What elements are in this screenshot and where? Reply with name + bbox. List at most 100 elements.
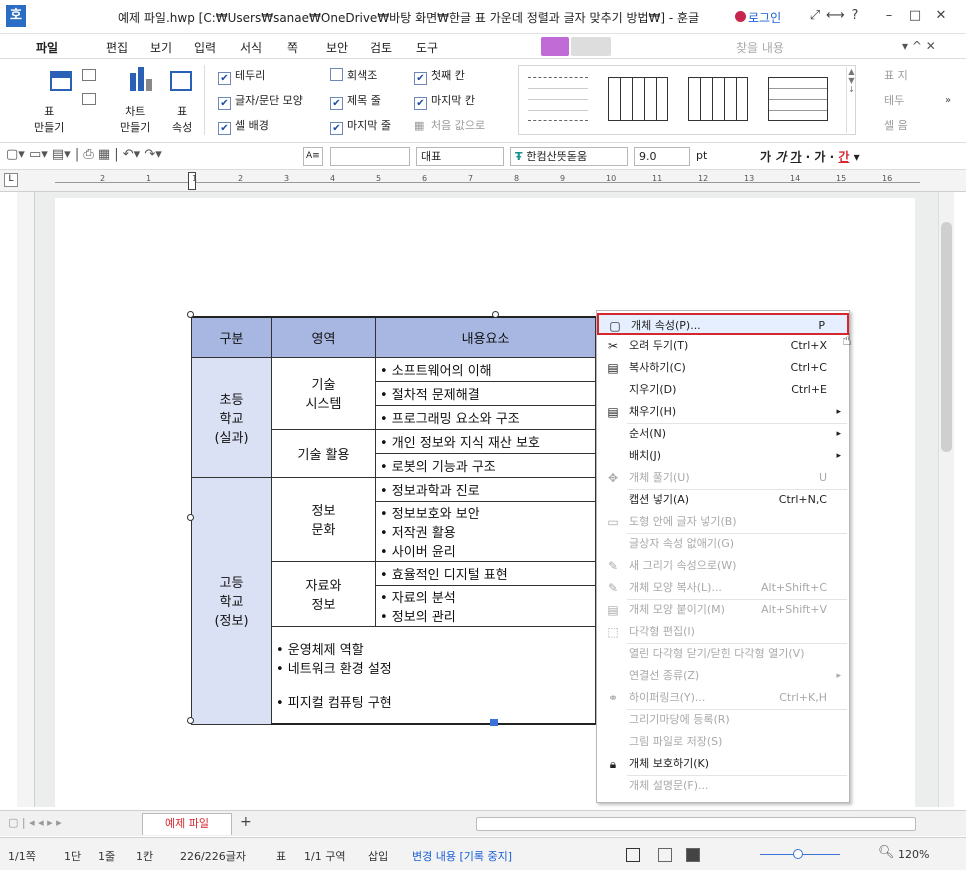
context-menu-item[interactable]: ✂ 오려 두기(T) Ctrl+X — [597, 335, 849, 357]
tab-nav-icons[interactable]: ▢ | ◂ ◂ ▸ ▸ — [8, 816, 62, 829]
resize-handle[interactable] — [187, 514, 194, 521]
table-layout-tab[interactable] — [571, 37, 611, 56]
vertical-ruler[interactable] — [17, 192, 35, 807]
content-cell[interactable]: • 자료의 분석 • 정보의 관리 — [375, 584, 596, 627]
menu-page[interactable]: 쪽 — [287, 39, 298, 56]
content-cell[interactable]: • 정보보호와 보안 • 저작권 활용 • 사이버 윤리 — [375, 500, 596, 562]
first-col-checkbox[interactable]: ✔ 첫째 칸 — [414, 67, 465, 85]
zoom-thumb[interactable] — [793, 849, 803, 859]
fullscreen-icon[interactable]: ⤢ — [806, 7, 824, 25]
login-link[interactable]: 로그인 — [748, 9, 781, 26]
font-size-input[interactable]: 9.0 — [634, 147, 690, 166]
resize-handle[interactable] — [187, 717, 194, 724]
horizontal-scrollbar[interactable] — [476, 817, 916, 831]
area-cell[interactable]: 자료와 정보 — [271, 560, 376, 627]
content-cell[interactable]: • 개인 정보와 지식 재산 보호 — [375, 428, 596, 454]
split-icon[interactable]: ⟷ — [826, 7, 845, 25]
menu-edit[interactable]: 편집 — [106, 39, 128, 56]
file-buttons-icon[interactable]: ▢▾ ▭▾ ▤▾ | ⎙ ▦ | ↶▾ ↷▾ — [6, 147, 162, 162]
cell-bg-checkbox[interactable]: ✔ 셀 배경 — [218, 117, 269, 135]
resize-handle[interactable] — [492, 311, 499, 318]
zoom-icon[interactable]: 🔍︎ — [878, 845, 895, 860]
content-cell[interactable]: • 정보과학과 진로 — [375, 476, 596, 502]
menu-format[interactable]: 서식 — [240, 39, 262, 56]
view-page-icon[interactable] — [658, 848, 672, 862]
ruler-tick-label: 6 — [422, 174, 428, 183]
gallery-scroll-icon[interactable]: ▲ ▼ ↓ — [846, 67, 856, 133]
help-button[interactable]: ? — [846, 7, 864, 25]
category-cell[interactable]: 고등 학교 (정보) — [191, 476, 272, 725]
find-input[interactable]: 찾을 내용 — [736, 39, 784, 56]
style-swatch[interactable] — [528, 77, 588, 121]
menu-file[interactable]: 파일 — [36, 39, 58, 56]
area-cell[interactable]: 기술 활용 — [271, 428, 376, 478]
content-cell[interactable]: • 절차적 문제해결 — [375, 380, 596, 406]
scroll-thumb[interactable] — [941, 222, 952, 452]
menu-security[interactable]: 보안 — [326, 39, 348, 56]
view-full-icon[interactable] — [686, 848, 700, 862]
context-menu-item[interactable]: 지우기(D) Ctrl+E — [597, 379, 849, 401]
table-props-button[interactable]: 표 속성 — [172, 103, 192, 135]
style-swatch[interactable] — [608, 77, 668, 121]
maximize-button[interactable]: □ — [906, 7, 924, 25]
context-menu-item[interactable]: 순서(N) ▸ — [597, 423, 849, 445]
content-cell[interactable]: • 프로그래밍 요소와 구조 — [375, 404, 596, 430]
font-select[interactable]: Ŧ 한컴산뜻돋움 — [510, 147, 628, 166]
view-normal-icon[interactable] — [626, 848, 640, 862]
style-select[interactable] — [330, 147, 410, 166]
context-menu-item[interactable]: 캡션 넣기(A) Ctrl+N,C — [597, 489, 849, 511]
close-button[interactable]: ✕ — [932, 7, 950, 25]
last-col-checkbox[interactable]: ✔ 마지막 칸 — [414, 92, 475, 110]
last-row-checkbox[interactable]: ✔ 마지막 줄 — [330, 117, 391, 135]
title-row-checkbox[interactable]: ✔ 제목 줄 — [330, 92, 381, 110]
context-menu-item[interactable]: ▢ 개체 속성(P)... P — [597, 313, 849, 335]
header-cell[interactable]: 내용요소 — [375, 316, 596, 358]
area-cell[interactable]: 기술 시스템 — [271, 356, 376, 430]
menu-review[interactable]: 검토 — [370, 39, 392, 56]
content-cell[interactable]: • 로봇의 기능과 구조 — [375, 452, 596, 478]
check-icon: ✔ — [218, 97, 231, 110]
content-cell[interactable]: • 효율적인 디지털 표현 — [375, 560, 596, 586]
border-checkbox[interactable]: ✔ 테두리 — [218, 67, 265, 85]
document-tab[interactable]: 예제 파일 — [142, 813, 232, 835]
context-menu-item[interactable]: 🔒︎ 개체 보호하기(K) — [597, 753, 849, 775]
resize-handle[interactable] — [490, 719, 498, 726]
table-design-tab[interactable] — [541, 37, 569, 56]
style-swatch[interactable] — [688, 77, 748, 121]
vertical-scrollbar[interactable] — [938, 192, 954, 807]
horizontal-ruler[interactable]: L 2 1 1 2 3 4 5 6 7 8 9 10 11 12 13 14 15 16 — [0, 170, 966, 192]
menu-insert[interactable]: 입력 — [194, 39, 216, 56]
style-icon[interactable]: A≡ — [303, 147, 323, 166]
context-menu-item[interactable]: 배치(J) ▸ — [597, 445, 849, 467]
header-cell[interactable]: 구분 — [191, 316, 272, 358]
text-style-buttons[interactable]: 가 가 가 · 가 · 간 ▾ — [760, 148, 860, 165]
area-cell[interactable]: 정보 문화 — [271, 476, 376, 562]
context-menu-item[interactable]: ▤ 복사하기(C) Ctrl+C — [597, 357, 849, 379]
table-make-button[interactable]: 표 만들기 — [34, 103, 64, 135]
resize-handle[interactable] — [187, 311, 194, 318]
grayscale-checkbox[interactable]: 회색조 — [330, 67, 377, 83]
style-swatch[interactable] — [768, 77, 828, 121]
menu-tools[interactable]: 도구 — [416, 39, 438, 56]
minimize-button[interactable]: – — [880, 7, 898, 25]
unit-select[interactable]: pt — [692, 147, 730, 166]
chart-make-button[interactable]: 차트 만들기 — [120, 103, 150, 135]
add-tab-button[interactable]: + — [240, 814, 252, 830]
content-cell[interactable]: • 소프트웨어의 이해 — [375, 356, 596, 382]
category-cell[interactable]: 초등 학교 (실과) — [191, 356, 272, 478]
ribbon-more-icon[interactable]: » — [945, 95, 951, 106]
tab-type-icon[interactable]: L — [4, 173, 18, 187]
para-style-select[interactable]: 대표 — [416, 147, 504, 166]
char-para-checkbox[interactable]: ✔ 글자/문단 모양 — [218, 92, 303, 110]
context-menu-item[interactable]: ▤ 채우기(H) ▸ — [597, 401, 849, 423]
document-table[interactable]: 구분 영역 내용요소 초등 학교 (실과) 기술 시스템 • 소프트웨어의 이해… — [191, 316, 596, 725]
table-draw-icon[interactable] — [82, 69, 96, 81]
table-insert-icon[interactable] — [82, 93, 96, 105]
zoom-level[interactable]: 120% — [898, 848, 929, 861]
header-cell[interactable]: 영역 — [271, 316, 376, 358]
content-cell[interactable]: • 운영체제 역할 • 네트워크 환경 설정 • 피지컬 컴퓨팅 구현 — [271, 625, 596, 725]
collapse-ribbon-icon[interactable]: ▾ ^ ✕ — [902, 39, 936, 53]
status-insert-mode[interactable]: 삽입 — [368, 848, 388, 864]
menu-view[interactable]: 보기 — [150, 39, 172, 56]
status-track-changes[interactable]: 변경 내용 [기록 중지] — [412, 848, 512, 864]
